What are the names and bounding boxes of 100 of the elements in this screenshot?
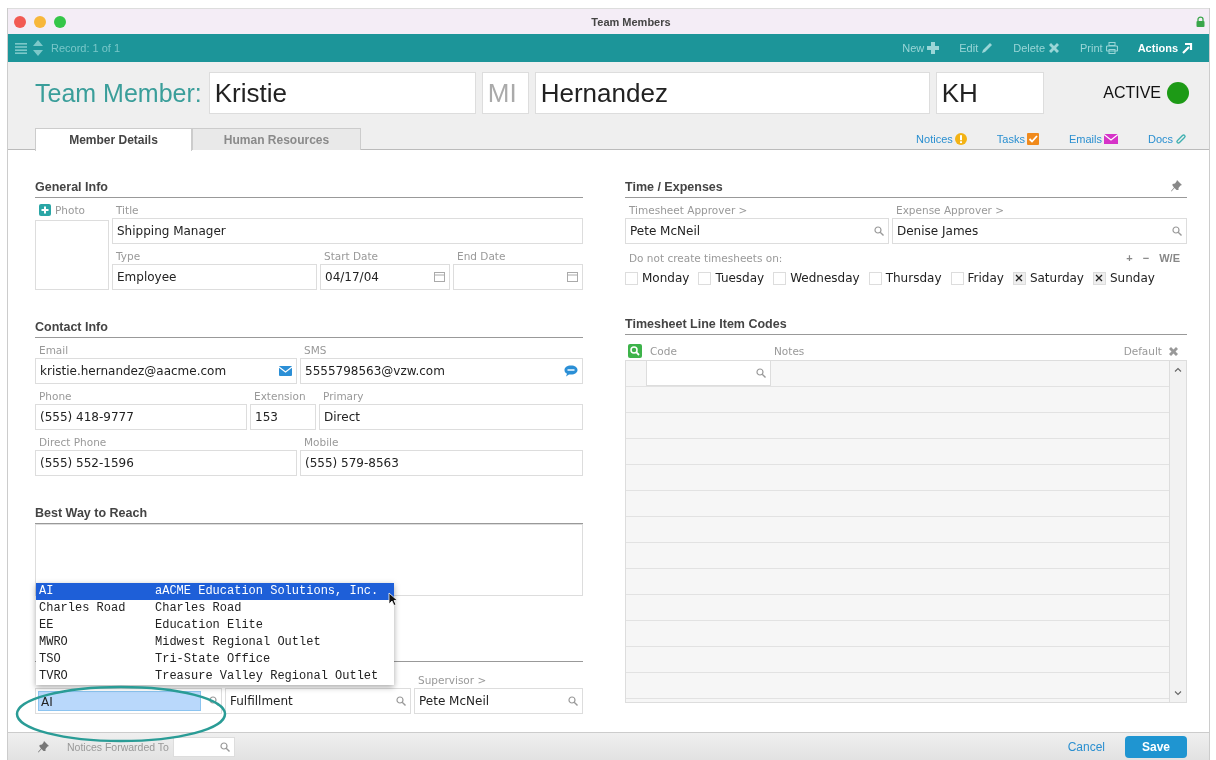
checkbox[interactable] xyxy=(868,271,882,285)
add-button[interactable]: + xyxy=(1126,252,1133,264)
field-label: Do not create timesheets on: xyxy=(628,251,783,266)
dropdown-option[interactable]: AI aACME Education Solutions, Inc. xyxy=(36,583,394,600)
field-label: Phone xyxy=(38,389,73,404)
status-label: ACTIVE xyxy=(1103,84,1161,102)
scrollbar[interactable] xyxy=(1169,361,1186,702)
field-label: Email xyxy=(38,343,70,358)
day-label: Saturday xyxy=(1029,271,1084,285)
x-icon xyxy=(1048,42,1061,54)
search-icon[interactable] xyxy=(209,696,219,706)
primary-field[interactable]: Direct xyxy=(319,404,583,430)
day-label: Monday xyxy=(642,271,690,285)
day-label: Tuesday xyxy=(715,271,765,285)
field-label: Mobile xyxy=(303,435,340,450)
record-counter: Record: 1 of 1 xyxy=(51,42,121,54)
dropdown-option[interactable]: Charles Road Charles Road xyxy=(36,600,394,617)
type-field[interactable]: Employee xyxy=(112,264,317,290)
field-label: Title xyxy=(115,203,140,218)
search-icon[interactable] xyxy=(568,696,578,706)
search-icon[interactable] xyxy=(1172,226,1182,236)
initials-field[interactable]: KH xyxy=(935,72,1044,114)
caret-down-icon[interactable] xyxy=(1174,691,1182,696)
section-heading: Contact Info xyxy=(35,320,583,338)
actions-button[interactable]: Actions xyxy=(1137,42,1193,54)
add-photo-icon[interactable] xyxy=(39,204,51,216)
section-heading: Time / Expenses xyxy=(625,180,724,196)
form-title: Team Member: xyxy=(35,78,202,108)
start-date-field[interactable]: 04/17/04 xyxy=(320,264,450,290)
paperclip-icon xyxy=(1175,133,1187,145)
checkbox[interactable] xyxy=(773,271,787,285)
search-icon[interactable] xyxy=(874,226,884,236)
field-label: Expense Approver > xyxy=(895,203,1006,218)
envelope-icon[interactable] xyxy=(279,366,292,376)
lookup-field[interactable]: Pete McNeil xyxy=(414,688,583,714)
field-label: Timesheet Approver > xyxy=(628,203,749,218)
checkbox[interactable] xyxy=(698,271,712,285)
chat-bubble-icon[interactable] xyxy=(564,365,578,377)
menu-icon[interactable] xyxy=(15,42,27,54)
last-name-field[interactable]: Hernandez xyxy=(534,72,930,114)
first-name-field[interactable]: Kristie xyxy=(208,72,476,114)
field-label: Extension xyxy=(253,389,307,404)
sms-field[interactable]: 5555798563@vzw.com xyxy=(300,358,583,384)
tab[interactable]: Member Details xyxy=(35,128,192,151)
calendar-icon[interactable] xyxy=(434,272,445,282)
lookup-field[interactable]: AI xyxy=(35,688,222,714)
title-field[interactable]: Shipping Manager xyxy=(112,218,583,244)
field-label: Notices Forwarded To xyxy=(67,740,169,753)
minimize-button[interactable] xyxy=(34,15,46,28)
checkbox[interactable] xyxy=(950,271,964,285)
pin-icon xyxy=(38,740,49,753)
dropdown-option[interactable]: TVRO Treasure Valley Regional Outlet xyxy=(36,668,394,685)
field-label: Start Date xyxy=(323,249,380,264)
printer-icon xyxy=(1105,42,1118,54)
caret-up-icon[interactable] xyxy=(1174,367,1182,372)
extension-field[interactable]: 153 xyxy=(250,404,316,430)
search-icon[interactable] xyxy=(628,344,642,358)
dropdown-option[interactable]: MWRO Midwest Regional Outlet xyxy=(36,634,394,651)
column-header: Notes xyxy=(774,345,806,357)
lookup-field[interactable]: Fulfillment xyxy=(225,688,411,714)
checkbox[interactable] xyxy=(1092,271,1106,285)
email-field[interactable]: kristie.hernandez@aacme.com xyxy=(35,358,297,384)
checkbox-icon xyxy=(1026,133,1039,145)
phone-field[interactable]: (555) 418-9777 xyxy=(35,404,247,430)
arrow-icon xyxy=(1181,42,1193,54)
search-icon[interactable] xyxy=(396,696,406,706)
end-date-field[interactable] xyxy=(453,264,583,290)
section-heading: Best Way to Reach xyxy=(35,506,583,524)
column-header: Code xyxy=(650,345,678,357)
code-search-field[interactable] xyxy=(647,361,771,386)
warning-icon xyxy=(954,133,967,145)
checkbox[interactable] xyxy=(625,271,638,285)
window-title: Team Members xyxy=(590,15,672,28)
up-down-arrows-icon[interactable] xyxy=(33,40,43,56)
mobile-field[interactable]: (555) 579-8563 xyxy=(300,450,583,476)
day-label: Sunday xyxy=(1109,271,1155,285)
zoom-button[interactable] xyxy=(54,15,66,28)
search-icon[interactable] xyxy=(219,741,230,752)
search-icon[interactable] xyxy=(756,368,766,378)
day-label: Friday xyxy=(967,271,1004,285)
timesheet-approver-field[interactable]: Pete McNeil xyxy=(625,218,889,244)
calendar-icon[interactable] xyxy=(567,272,578,282)
x-icon[interactable] xyxy=(1168,345,1179,357)
plus-icon xyxy=(927,42,940,54)
field-label: Direct Phone xyxy=(38,435,108,450)
dropdown-option[interactable]: TSO Tri-State Office xyxy=(36,651,394,668)
column-header: Default xyxy=(1123,345,1162,357)
direct-phone-field[interactable]: (555) 552-1596 xyxy=(35,450,297,476)
dropdown-option[interactable]: EE Education Elite xyxy=(36,617,394,634)
field-label: Type xyxy=(115,249,142,264)
weekend-button[interactable]: W/E xyxy=(1159,252,1180,264)
section-heading: Timesheet Line Item Codes xyxy=(625,317,1187,335)
envelope-icon xyxy=(1103,133,1118,145)
close-button[interactable] xyxy=(14,15,26,28)
field-label: Supervisor > xyxy=(417,673,488,688)
notices-forwarded-field[interactable] xyxy=(172,736,235,757)
checkbox[interactable] xyxy=(1012,271,1026,285)
pencil-icon xyxy=(981,42,994,54)
expense-approver-field[interactable]: Denise James xyxy=(892,218,1187,244)
remove-button[interactable]: − xyxy=(1142,252,1150,264)
